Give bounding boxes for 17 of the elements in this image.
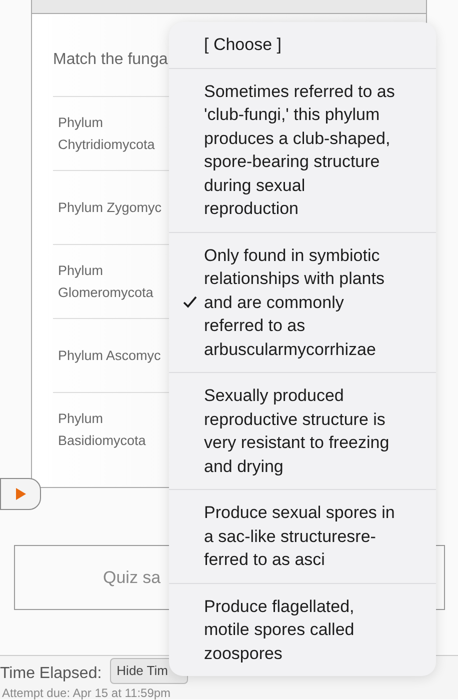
dropdown-option[interactable]: Sometimes referred to as 'club-fungi,' this phylum produces a club-shaped, spore-bearing structure during sexual reproduction [169,68,436,232]
question-prompt: Match the funga [53,51,168,68]
match-term: Phylum Zygomyc [58,198,163,217]
dropdown-option[interactable]: Sexually produced reproductive structure is very resistant to freezing and drying [169,372,436,489]
play-icon [14,487,26,501]
match-term: Phylum Basidiomycota [58,410,147,450]
dropdown-option[interactable]: Produce sexual spores in a sac-like structuresre-ferred to as asci [169,489,436,582]
play-button[interactable] [0,478,41,510]
timer-label: Time Elapsed: [0,664,102,684]
match-term: Phylum Ascomyc [58,346,162,365]
dropdown-option[interactable]: Only found in symbiotic relationships with plants and are commonly referred to as arbuscularmycorrhizae [169,232,436,372]
dropdown-option[interactable]: [ Choose ] [169,22,436,68]
quiz-status-text: Quiz sa [103,566,161,589]
match-term: Phylum Chytridiomycota [58,114,156,154]
match-term: Phylum Glomeromycota [58,262,154,302]
dropdown-option[interactable]: Produce flagellated, motile spores called zoospores [169,582,436,676]
due-date: Attempt due: Apr 15 at 11:59pm [2,686,171,700]
